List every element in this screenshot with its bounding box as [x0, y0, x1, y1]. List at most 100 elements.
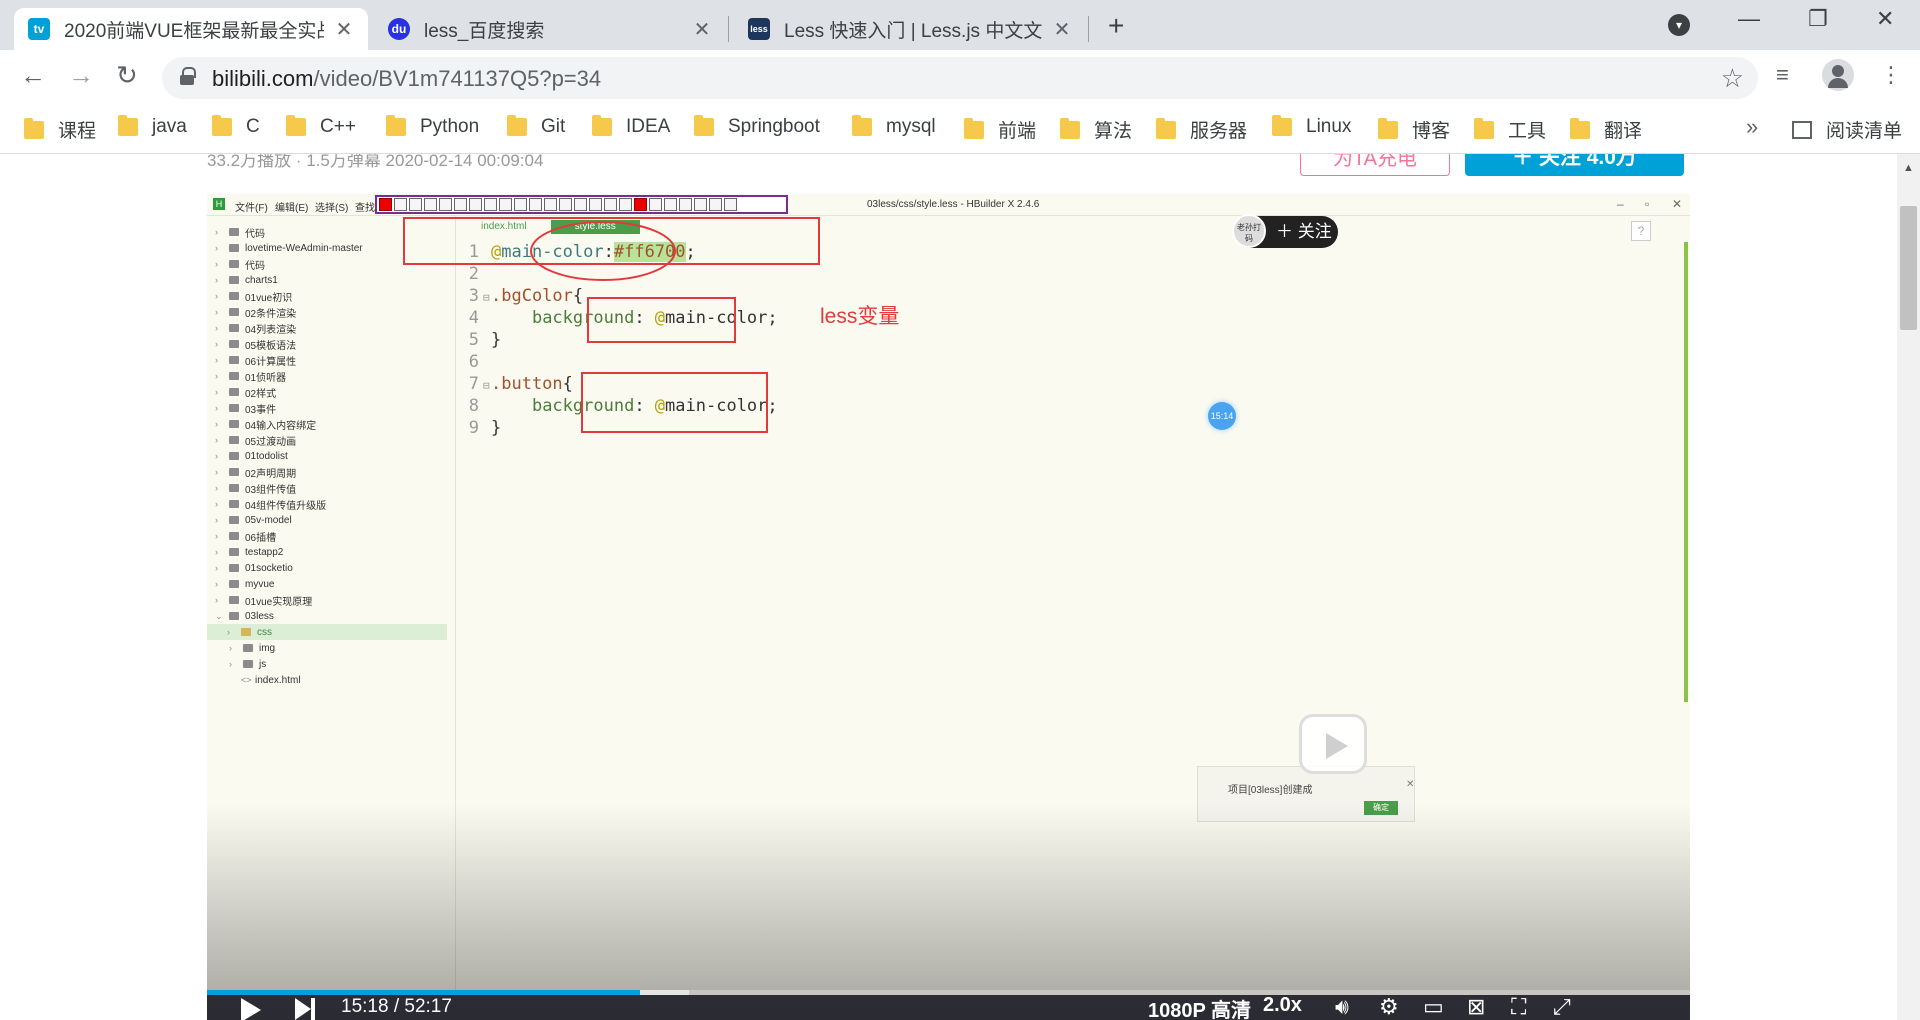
bookmark-label: C++: [320, 116, 356, 137]
tree-folder: › 01vue实现原理: [215, 592, 312, 608]
tab-baidu-search[interactable]: du less_百度搜索 ✕: [374, 8, 726, 50]
folder-icon: [229, 404, 239, 412]
web-fullscreen-icon[interactable]: ⛶: [1511, 994, 1526, 1020]
progress-played: [207, 990, 641, 995]
menu-kebab-icon[interactable]: ⋮: [1880, 62, 1902, 88]
minimize-icon[interactable]: —: [1738, 6, 1760, 32]
code-token: }: [491, 330, 502, 350]
bookmark-item[interactable]: 前端: [964, 116, 1036, 143]
tree-label: 01侦听器: [245, 372, 287, 384]
draw-tool-icon: [394, 198, 407, 211]
chevron-right-icon: ›: [215, 371, 218, 381]
scrollbar-thumb[interactable]: [1900, 206, 1917, 330]
bookmark-item[interactable]: 服务器: [1156, 116, 1247, 143]
chevron-right-icon: ›: [215, 499, 218, 509]
bookmark-item[interactable]: 课程: [24, 116, 96, 143]
url-domain: bilibili.com: [212, 66, 314, 91]
reading-list-icon: [1792, 120, 1812, 139]
tab-less-docs[interactable]: less Less 快速入门 | Less.js 中文文档 ✕: [734, 8, 1086, 50]
tree-label: 06插槽: [245, 532, 277, 544]
bookmark-label: 工具: [1508, 121, 1547, 142]
bookmark-item[interactable]: Springboot: [694, 115, 820, 138]
close-window-icon[interactable]: ✕: [1876, 6, 1894, 32]
annotation-box-line4: [587, 297, 736, 343]
address-bar[interactable]: bilibili.com/video/BV1m741137Q5?p=34 ☆: [162, 57, 1758, 99]
tree-label: css: [257, 626, 272, 638]
follow-pill-label: ＋ 关注: [1276, 222, 1332, 241]
widescreen-icon[interactable]: ⊠: [1467, 994, 1485, 1020]
tree-folder: › 03事件: [215, 400, 276, 416]
lock-icon[interactable]: [180, 67, 196, 85]
bookmark-item[interactable]: Git: [507, 115, 565, 138]
draw-tool-icon: [484, 198, 497, 211]
chevron-right-icon: ›: [215, 515, 218, 525]
bookmark-item[interactable]: C++: [286, 115, 356, 138]
reload-icon[interactable]: ↻: [116, 60, 138, 91]
close-tab-icon[interactable]: ✕: [1052, 17, 1072, 42]
bookmark-item[interactable]: java: [118, 115, 187, 138]
fullscreen-icon[interactable]: ⤢: [1553, 994, 1571, 1020]
bookmark-item[interactable]: C: [212, 115, 260, 138]
new-tab-icon[interactable]: +: [1108, 10, 1124, 42]
folder-icon: [24, 117, 44, 139]
tree-label: 代码: [245, 260, 265, 272]
scroll-up-icon[interactable]: ▲: [1903, 162, 1914, 174]
url-text[interactable]: bilibili.com/video/BV1m741137Q5?p=34: [212, 66, 601, 92]
controls-gradient: [207, 804, 1690, 1020]
chevron-right-icon: ›: [215, 531, 218, 541]
folder-icon: [229, 308, 239, 316]
tree-label: 04列表渲染: [245, 324, 297, 336]
folder-icon: [229, 276, 239, 284]
bookmark-item[interactable]: 工具: [1474, 116, 1546, 143]
reading-list-button[interactable]: 阅读清单: [1792, 116, 1902, 143]
draw-tool-icon: [694, 198, 707, 211]
follow-pill[interactable]: 老孙打码 ＋ 关注: [1232, 214, 1338, 248]
bookmark-item[interactable]: Linux: [1272, 115, 1351, 138]
tab-bilibili-video[interactable]: tv 2020前端VUE框架最新最全实战 ✕: [14, 8, 368, 50]
tree-label: 01todolist: [245, 450, 288, 462]
charge-button[interactable]: 为TA充电: [1300, 154, 1450, 176]
more-bookmarks-icon[interactable]: »: [1746, 114, 1758, 140]
speed-button[interactable]: 2.0x: [1263, 994, 1302, 1017]
profile-avatar-icon[interactable]: [1822, 59, 1854, 91]
bookmark-item[interactable]: IDEA: [592, 115, 670, 138]
folder-icon: [229, 244, 239, 252]
tree-folder: › 02样式: [215, 384, 276, 400]
tree-folder: › 06计算属性: [215, 352, 296, 368]
bookmark-star-icon[interactable]: ☆: [1721, 63, 1744, 94]
picture-in-picture-icon[interactable]: ▭: [1423, 994, 1444, 1020]
restore-icon[interactable]: ❐: [1808, 6, 1828, 32]
follow-pill-text: 关注: [1297, 222, 1332, 241]
play-icon[interactable]: [241, 998, 261, 1020]
video-player[interactable]: H 文件(F) 编辑(E) 选择(S) 查找 03less/css/style.…: [207, 194, 1690, 1020]
bookmark-item[interactable]: 博客: [1378, 116, 1450, 143]
draw-tool-icon: [574, 198, 587, 211]
volume-icon[interactable]: 🔊︎: [1335, 994, 1349, 1020]
close-tab-icon[interactable]: ✕: [692, 17, 712, 42]
bookmark-item[interactable]: mysql: [852, 115, 936, 138]
draw-tool-icon: [439, 198, 452, 211]
close-tab-icon[interactable]: ✕: [334, 17, 354, 42]
follow-uploader-button[interactable]: ＋ 关注 4.0万: [1465, 154, 1684, 176]
tree-label: 05模板语法: [245, 340, 297, 352]
forward-icon[interactable]: →: [68, 60, 94, 91]
bookmark-item[interactable]: Python: [386, 115, 479, 138]
media-queue-icon[interactable]: ≡: [1776, 62, 1789, 88]
code-token: {: [572, 286, 584, 306]
chevron-down-icon: ⌄: [215, 610, 223, 621]
back-icon[interactable]: ←: [20, 60, 46, 91]
chevron-right-icon: ›: [215, 291, 218, 301]
page-scrollbar[interactable]: ▲: [1897, 154, 1920, 1020]
bookmark-item[interactable]: 翻译: [1570, 116, 1642, 143]
bookmark-item[interactable]: 算法: [1060, 116, 1132, 143]
folder-icon: [243, 660, 253, 668]
chevron-right-icon: ›: [229, 643, 232, 653]
bilibili-tv-play-icon[interactable]: [1299, 714, 1367, 774]
settings-gear-icon[interactable]: ⚙: [1379, 994, 1399, 1020]
chevron-right-icon: ›: [215, 451, 218, 461]
tree-folder: ⌄ 03less: [215, 608, 274, 624]
quality-button[interactable]: 1080P 高清: [1148, 994, 1251, 1020]
tree-label: 02声明周期: [245, 468, 297, 480]
tab-search-icon[interactable]: ▾: [1668, 14, 1690, 36]
chevron-right-icon: ›: [215, 595, 218, 605]
